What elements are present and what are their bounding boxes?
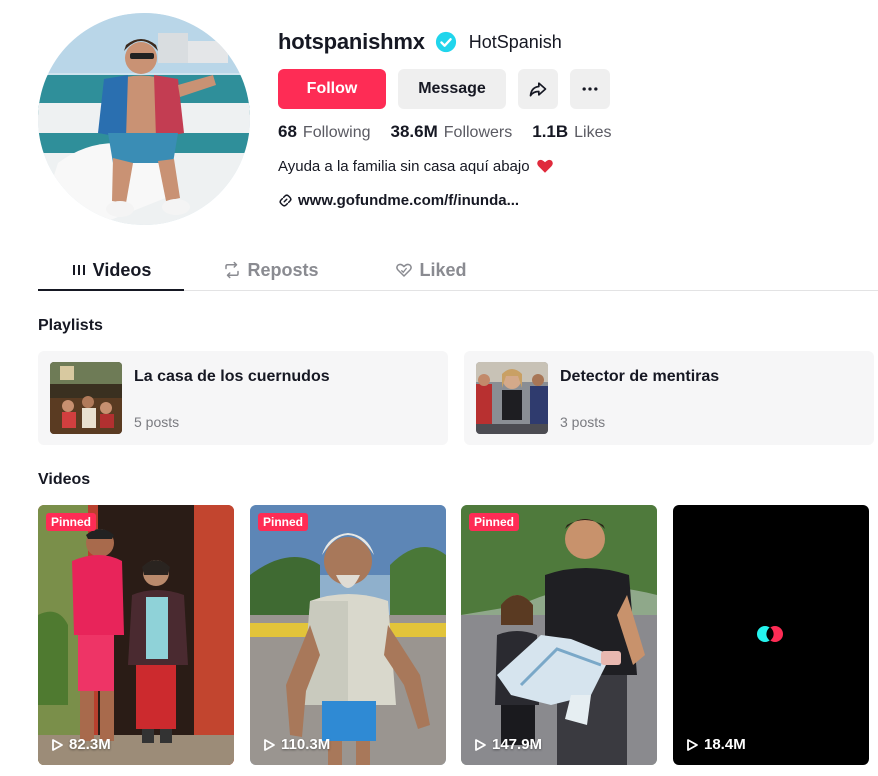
followers-label: Followers [443,124,513,141]
playlist-count: 5 posts [134,414,180,430]
tab-videos[interactable]: Videos [38,250,184,290]
video-card[interactable]: Pinned 82.3M [38,505,234,765]
tab-reposts-label: Reposts [247,259,319,280]
profile-avatar[interactable] [38,13,250,225]
share-icon [529,82,547,97]
tab-reposts[interactable]: Reposts [198,250,344,290]
profile-name-row: hotspanishmx HotSpanish [278,28,562,56]
link-icon [279,194,292,207]
stat-followers[interactable]: 38.6M Followers [391,122,513,142]
view-count: 110.3M [281,736,331,753]
tab-active-indicator [38,289,184,291]
share-button[interactable] [518,69,558,109]
video-card[interactable]: 18.4M [673,505,869,765]
profile-link[interactable]: www.gofundme.com/f/inunda... [278,192,519,209]
pinned-badge: Pinned [469,513,520,531]
more-icon [582,87,598,91]
grid-icon [72,265,85,275]
tab-videos-label: Videos [92,259,152,280]
loading-logo-icon [757,626,783,642]
message-button[interactable]: Message [398,69,506,109]
follow-button[interactable]: Follow [278,69,386,109]
heart-icon [536,159,553,173]
playlist-name: Detector de mentiras [560,368,720,385]
video-views: 147.9M [473,736,542,753]
likes-label: Likes [574,124,612,141]
stat-following[interactable]: 68 Following [278,122,371,142]
playlist-name: La casa de los cuernudos [134,368,330,385]
playlist-thumbnail [50,362,122,434]
play-icon [52,738,63,751]
video-card[interactable]: Pinned 147.9M [461,505,657,765]
tab-liked[interactable]: Liked [358,250,504,290]
profile-actions: Follow Message [278,69,610,109]
video-thumbnail [673,505,869,765]
profile-stats: 68 Following 38.6M Followers 1.1B Likes [278,122,632,142]
likes-count: 1.1B [532,122,569,141]
video-thumbnail [461,505,657,765]
profile-bio: Ayuda a la familia sin casa aquí abajo [278,157,554,175]
bio-text: Ayuda a la familia sin casa aquí abajo [278,157,530,175]
view-count: 82.3M [69,736,111,753]
playlist-text: La casa de los cuernudos 5 posts [134,362,330,434]
playlist-thumbnail [476,362,548,434]
video-thumbnail [250,505,446,765]
repost-icon [225,261,240,279]
video-thumbnail [38,505,234,765]
pinned-badge: Pinned [258,513,309,531]
videos-heading: Videos [38,471,91,488]
following-label: Following [302,124,371,141]
playlists-heading: Playlists [38,317,103,334]
view-count: 147.9M [492,736,543,753]
play-icon [264,738,275,751]
liked-heart-icon [396,263,413,277]
link-text: www.gofundme.com/f/inunda... [298,192,520,209]
video-card[interactable]: Pinned 110.3M [250,505,446,765]
pinned-badge: Pinned [46,513,97,531]
following-count: 68 [278,122,297,141]
profile-nickname: HotSpanish [468,31,562,52]
play-icon [475,738,486,751]
stat-likes: 1.1B Likes [532,122,611,142]
profile-username: hotspanishmx [278,29,425,54]
video-views: 18.4M [685,736,746,753]
playlist-card[interactable]: La casa de los cuernudos 5 posts [38,351,448,445]
tab-liked-label: Liked [419,259,467,280]
play-icon [687,738,698,751]
more-options-button[interactable] [570,69,610,109]
verified-badge-icon [435,31,456,53]
playlist-count: 3 posts [560,414,606,430]
video-views: 82.3M [50,736,111,753]
video-views: 110.3M [262,736,330,753]
playlist-text: Detector de mentiras 3 posts [560,362,719,434]
profile-tabs: Videos Reposts Liked [38,250,878,291]
followers-count: 38.6M [390,122,438,141]
view-count: 18.4M [704,736,746,753]
playlist-card[interactable]: Detector de mentiras 3 posts [464,351,874,445]
